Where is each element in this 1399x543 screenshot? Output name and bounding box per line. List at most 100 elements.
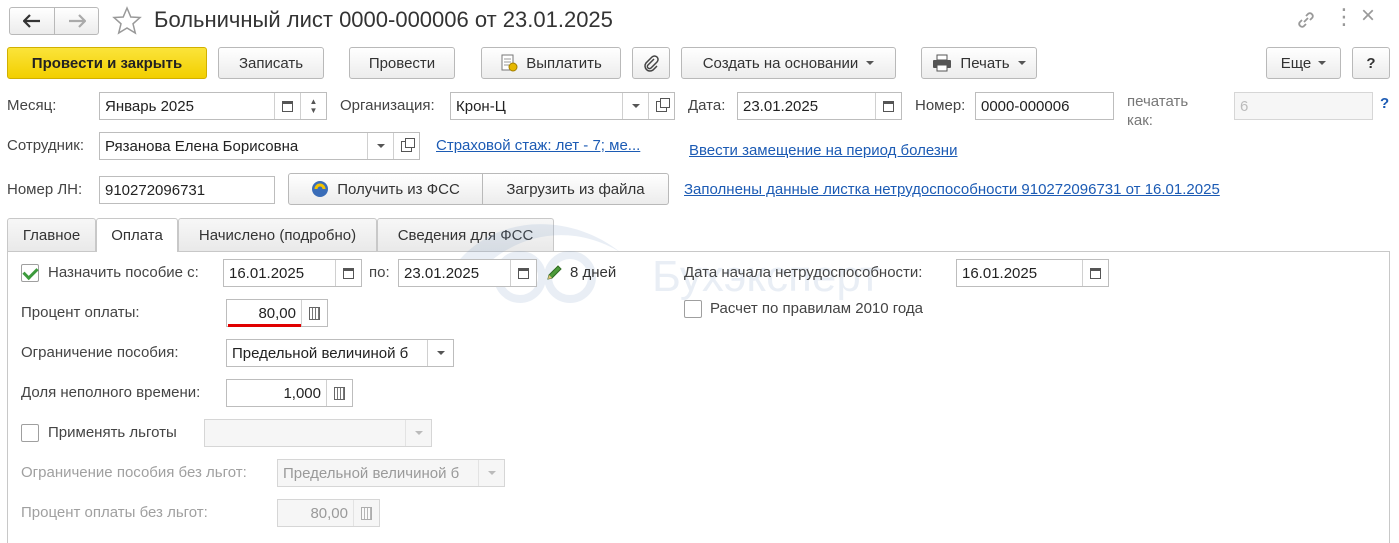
calendar-button[interactable] (335, 260, 361, 286)
back-button[interactable] (9, 7, 55, 35)
benefit-from-field[interactable]: 16.01.2025 (223, 259, 362, 287)
pencil-icon[interactable] (545, 264, 563, 282)
benefit-to-value: 23.01.2025 (404, 264, 480, 282)
assign-benefit-label: Назначить пособие с: (48, 264, 199, 281)
star-icon[interactable] (112, 6, 142, 36)
close-icon[interactable]: × (1361, 4, 1375, 28)
print-button[interactable]: Печать (921, 47, 1037, 79)
limit-no-benefits-field[interactable]: Предельной величиной б (277, 459, 505, 487)
partial-time-label: Доля неполного времени: (21, 384, 201, 401)
number-field[interactable]: 0000-000006 (975, 92, 1114, 120)
document-pay-icon (501, 54, 518, 72)
date-field[interactable]: 23.01.2025 (737, 92, 902, 120)
attach-button[interactable] (632, 47, 670, 79)
incapacity-start-label: Дата начала нетрудоспособности: (684, 264, 923, 281)
benefits-dropdown[interactable] (405, 420, 431, 446)
filled-data-link[interactable]: Заполнены данные листка нетрудоспособнос… (684, 181, 1220, 198)
calendar-button[interactable] (1082, 260, 1108, 286)
chevron-down-icon (487, 471, 496, 475)
limit-no-benefits-value: Предельной величиной б (283, 464, 460, 482)
calculator-icon (309, 306, 320, 320)
rules-2010-checkbox[interactable] (684, 300, 702, 318)
help-button[interactable]: ? (1352, 47, 1390, 79)
print-as-value: 6 (1240, 97, 1249, 115)
arrow-right-icon (68, 14, 86, 28)
employee-open-button[interactable] (393, 133, 419, 159)
tab-main[interactable]: Главное (7, 218, 96, 251)
ln-number-value: 910272096731 (105, 181, 206, 199)
date-label: Дата: (688, 97, 726, 114)
get-from-fss-label: Получить из ФСС (337, 180, 460, 198)
benefit-limit-dropdown[interactable] (427, 340, 453, 366)
employee-value: Рязанова Елена Борисовна (105, 137, 299, 155)
organization-field[interactable]: Крон-Ц (450, 92, 675, 120)
limit-no-benefits-dropdown[interactable] (478, 460, 504, 486)
load-from-file-button[interactable]: Загрузить из файла (482, 173, 669, 205)
forward-button[interactable] (54, 7, 99, 35)
tab-accrued-detailed[interactable]: Начислено (подробно) (178, 218, 377, 251)
chevron-down-icon (376, 144, 385, 148)
pay-button[interactable]: Выплатить (481, 47, 621, 79)
employee-dropdown-button[interactable] (367, 133, 393, 159)
calendar-button[interactable] (274, 93, 300, 119)
tab-payment[interactable]: Оплата (96, 218, 178, 252)
insurance-experience-link[interactable]: Страховой стаж: лет - 7; ме... (436, 137, 640, 154)
create-based-on-button[interactable]: Создать на основании (681, 47, 896, 79)
chevron-down-icon (414, 431, 423, 435)
calculator-button[interactable] (301, 300, 327, 326)
more-button[interactable]: Еще (1266, 47, 1341, 79)
calculator-button[interactable] (326, 380, 352, 406)
month-field[interactable]: Январь 2025 ▲ ▼ (99, 92, 327, 120)
organization-value: Крон-Ц (456, 97, 506, 115)
fss-icon (312, 181, 329, 197)
payment-percent-label: Процент оплаты: (21, 304, 140, 321)
calculator-button[interactable] (353, 500, 379, 526)
get-from-fss-button[interactable]: Получить из ФСС (288, 173, 483, 205)
calendar-button[interactable] (510, 260, 536, 286)
window-title: Больничный лист 0000-000006 от 23.01.202… (154, 7, 613, 32)
partial-time-value: 1,000 (283, 384, 321, 402)
benefit-to-field[interactable]: 23.01.2025 (398, 259, 537, 287)
apply-benefits-checkbox[interactable] (21, 424, 39, 442)
apply-benefits-label: Применять льготы (48, 424, 177, 441)
benefit-limit-label: Ограничение пособия: (21, 344, 179, 361)
payment-percent-field[interactable]: 80,00 (226, 299, 328, 327)
paperclip-icon (644, 55, 659, 72)
percent-no-benefits-field[interactable]: 80,00 (277, 499, 380, 527)
benefit-from-value: 16.01.2025 (229, 264, 305, 282)
incapacity-start-value: 16.01.2025 (962, 264, 1038, 282)
payment-percent-value: 80,00 (258, 304, 296, 322)
number-value: 0000-000006 (981, 97, 1070, 115)
assign-benefit-checkbox[interactable] (21, 264, 39, 282)
employee-field[interactable]: Рязанова Елена Борисовна (99, 132, 420, 160)
benefit-limit-field[interactable]: Предельной величиной б (226, 339, 454, 367)
help-link[interactable]: ? (1380, 95, 1389, 112)
calculator-icon (361, 506, 372, 520)
print-as-field[interactable]: 6 (1234, 92, 1373, 120)
ln-number-field[interactable]: 910272096731 (99, 176, 275, 204)
post-and-close-button[interactable]: Провести и закрыть (7, 47, 207, 79)
number-label: Номер: (915, 97, 966, 114)
more-actions-icon[interactable]: ⋮ (1333, 6, 1355, 28)
calculator-icon (334, 386, 345, 400)
organization-dropdown-button[interactable] (622, 93, 648, 119)
limit-no-benefits-label: Ограничение пособия без льгот: (21, 464, 247, 481)
benefits-select[interactable] (204, 419, 432, 447)
month-spinner[interactable]: ▲ ▼ (300, 93, 326, 119)
chevron-down-icon (866, 61, 875, 65)
incapacity-start-field[interactable]: 16.01.2025 (956, 259, 1109, 287)
calendar-button[interactable] (875, 93, 901, 119)
ln-number-label: Номер ЛН: (7, 181, 83, 198)
post-button[interactable]: Провести (349, 47, 455, 79)
calendar-icon (282, 100, 293, 112)
link-icon[interactable] (1296, 10, 1316, 30)
organization-open-button[interactable] (648, 93, 674, 119)
percent-no-benefits-value: 80,00 (310, 504, 348, 522)
calendar-icon (1090, 267, 1101, 279)
print-button-label: Печать (960, 54, 1010, 72)
save-button[interactable]: Записать (218, 47, 324, 79)
partial-time-field[interactable]: 1,000 (226, 379, 353, 407)
organization-label: Организация: (340, 97, 435, 114)
enter-replacement-link[interactable]: Ввести замещение на период болезни (689, 142, 957, 159)
more-button-label: Еще (1280, 54, 1312, 72)
